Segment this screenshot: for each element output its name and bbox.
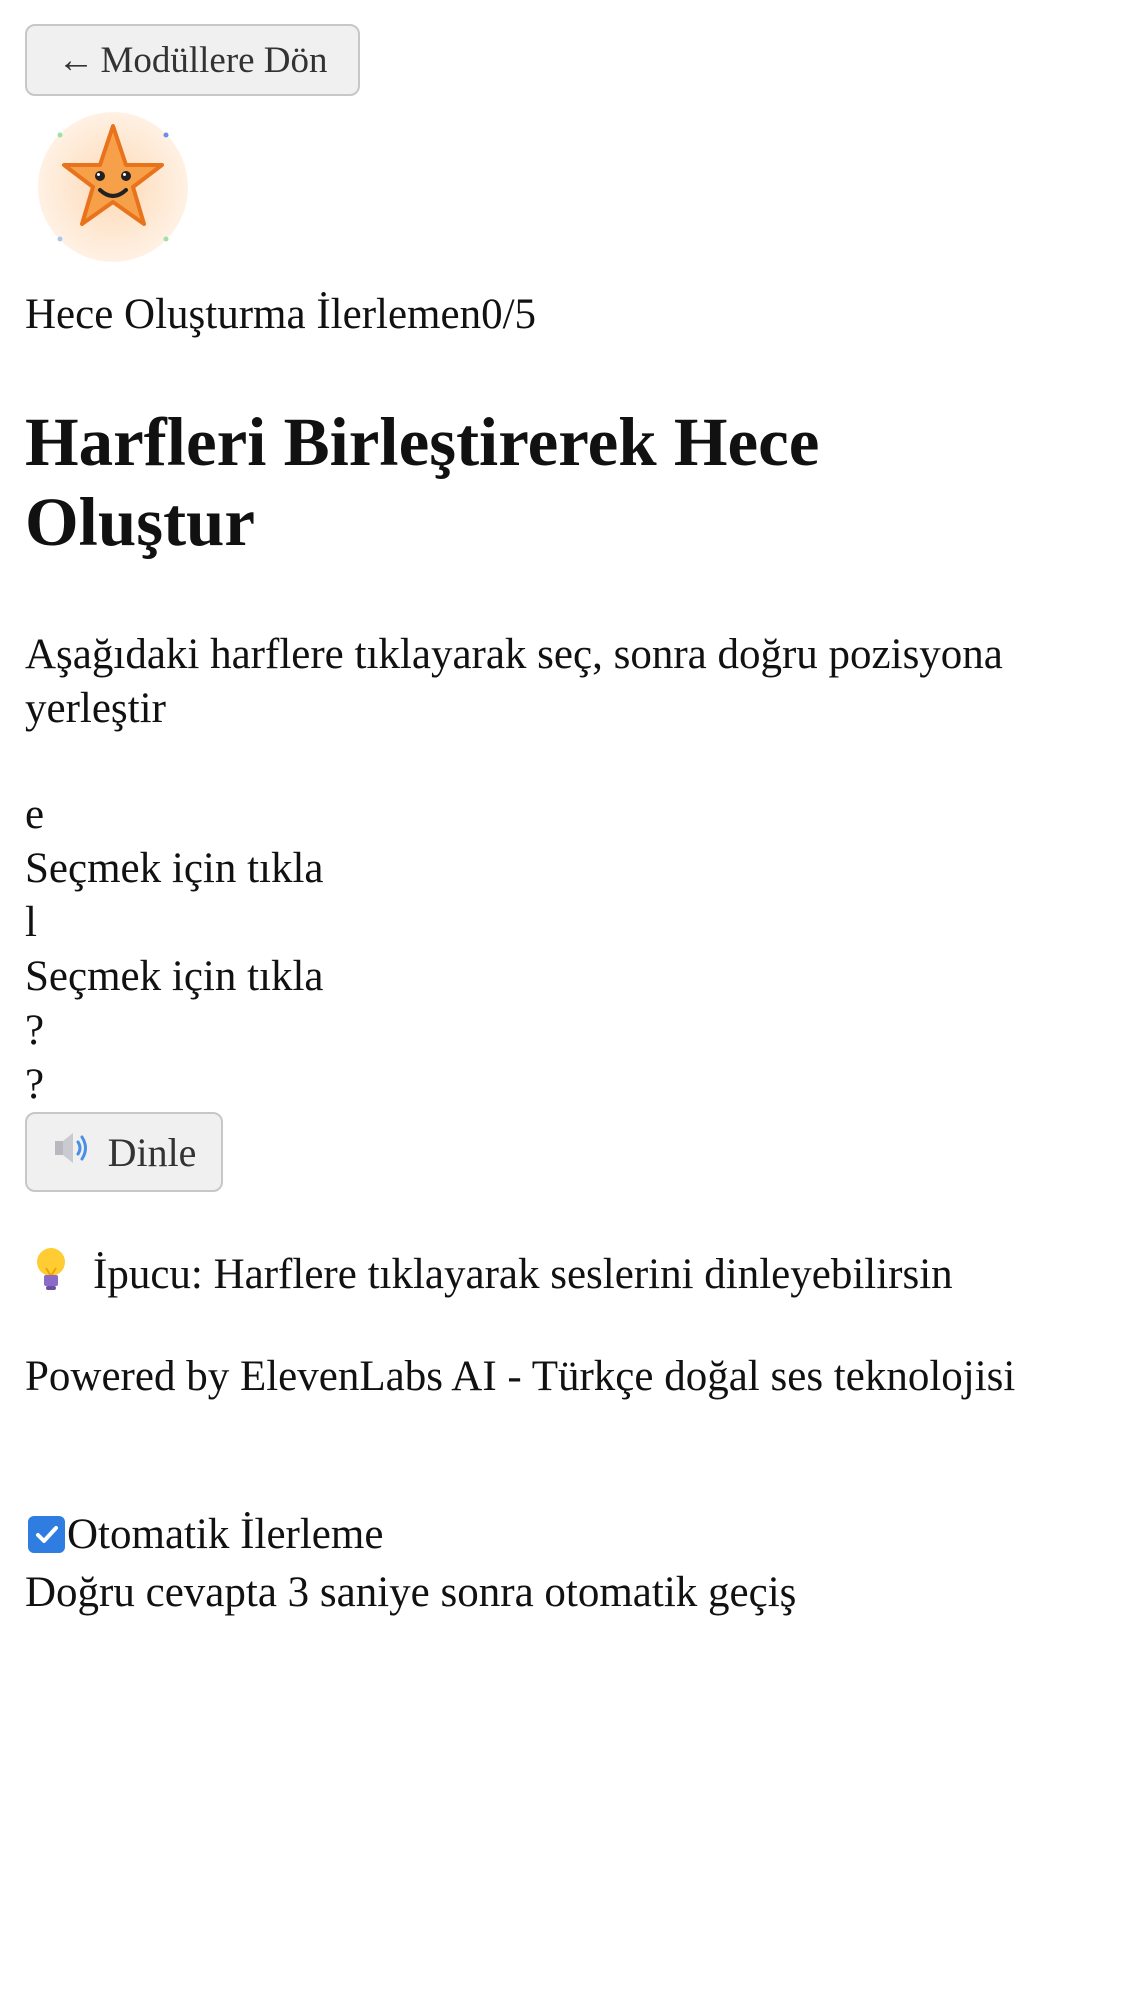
speaker-icon: [52, 1129, 92, 1176]
letter-tile-e[interactable]: e: [25, 788, 324, 842]
back-button-label: Modüllere Dön: [100, 39, 328, 81]
auto-advance-checkbox[interactable]: [28, 1516, 65, 1553]
tip-message: İpucu: Harflere tıklayarak seslerini din…: [33, 1246, 953, 1303]
letter-tile-l[interactable]: l: [25, 896, 324, 950]
listen-button-label: Dinle: [107, 1129, 197, 1175]
star-mascot-icon: [38, 112, 188, 262]
auto-advance-toggle[interactable]: Otomatik İlerleme: [28, 1510, 383, 1559]
progress-indicator: Hece Oluşturma İlerlemen0/5: [25, 290, 536, 339]
light-bulb-icon: [33, 1246, 69, 1303]
page-title: Harfleri Birleştirerek Hece Oluştur: [25, 404, 820, 560]
progress-count: 0/5: [481, 291, 537, 338]
checkmark-icon: [35, 1525, 58, 1543]
auto-advance-label: Otomatik İlerleme: [67, 1511, 384, 1558]
auto-advance-description: Doğru cevapta 3 saniye sonra otomatik ge…: [25, 1569, 797, 1616]
back-arrow-icon: ←: [57, 39, 95, 81]
listen-button[interactable]: Dinle: [25, 1112, 223, 1192]
syllable-slot-2[interactable]: ?: [25, 1058, 324, 1112]
powered-by-text: Powered by ElevenLabs AI - Türkçe doğal …: [25, 1353, 1016, 1400]
back-to-modules-button[interactable]: ← Modüllere Dön: [25, 24, 360, 96]
tip-text: İpucu: Harflere tıklayarak seslerini din…: [93, 1251, 953, 1298]
letter-area: e Seçmek için tıkla l Seçmek için tıkla …: [25, 788, 324, 1112]
letter-tile-e-hint: Seçmek için tıkla: [25, 845, 324, 892]
syllable-slot-1[interactable]: ?: [25, 1004, 324, 1058]
letter-tile-l-hint: Seçmek için tıkla: [25, 953, 324, 1000]
instruction-text: Aşağıdaki harflere tıklayarak seç, sonra…: [25, 631, 1003, 732]
progress-label: Hece Oluşturma İlerlemen: [25, 291, 482, 338]
